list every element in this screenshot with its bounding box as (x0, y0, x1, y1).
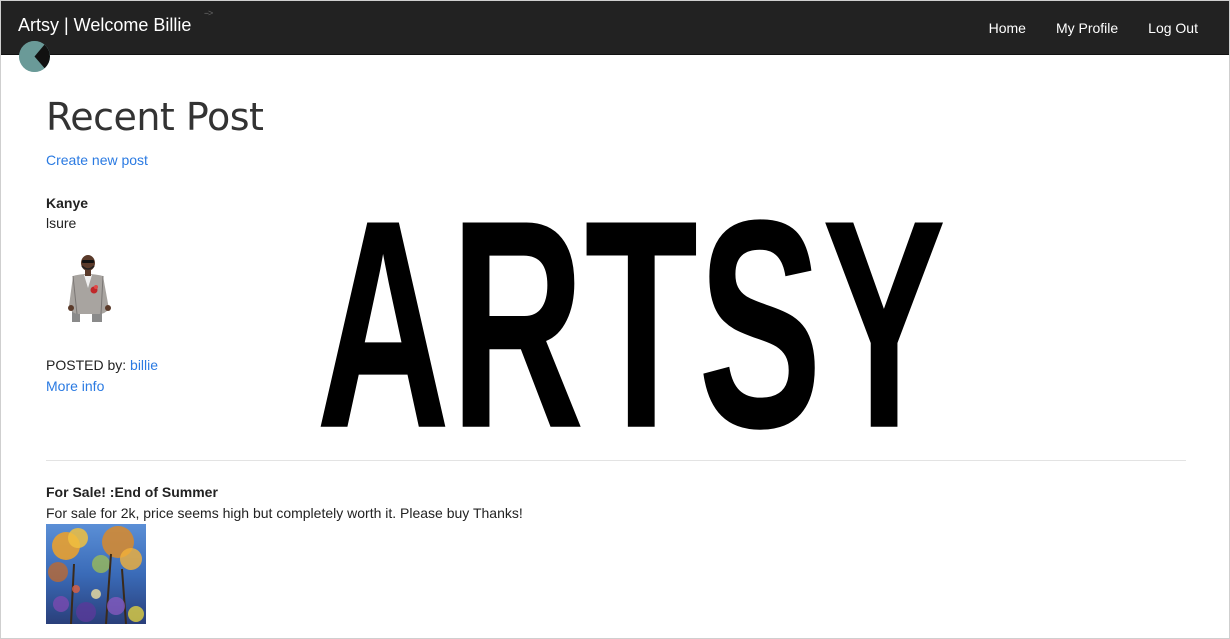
post-title: Kanye (46, 195, 89, 211)
post-title: For Sale! :End of Summer (46, 484, 218, 500)
posted-by-user-link[interactable]: billie (130, 357, 158, 373)
post-body: For sale for 2k, price seems high but co… (46, 505, 523, 521)
logo-icon (19, 41, 50, 72)
post-image (46, 524, 146, 625)
post-divider (46, 460, 1186, 461)
arrow-icon: --> (204, 8, 213, 18)
nav-links: Home My Profile Log Out (989, 20, 1198, 36)
nav-logout-link[interactable]: Log Out (1148, 20, 1198, 36)
posted-by-label: POSTED by: (46, 357, 127, 373)
post-body: lsure (46, 215, 77, 231)
more-info-link[interactable]: More info (46, 378, 104, 394)
page-title: Recent Post (46, 95, 264, 139)
create-post-link[interactable]: Create new post (46, 152, 148, 168)
artsy-wordmark: ARTSY (316, 207, 946, 435)
browser-page: --> Artsy | Welcome Billie Home My Profi… (0, 0, 1230, 639)
brand-title[interactable]: Artsy | Welcome Billie (18, 15, 191, 36)
post-image (65, 254, 115, 324)
nav-profile-link[interactable]: My Profile (1056, 20, 1118, 36)
artsy-wordmark-text: ARTSY (316, 207, 946, 435)
navbar: --> Artsy | Welcome Billie Home My Profi… (1, 1, 1229, 55)
nav-home-link[interactable]: Home (989, 20, 1026, 36)
posted-by: POSTED by: billie (46, 357, 158, 373)
